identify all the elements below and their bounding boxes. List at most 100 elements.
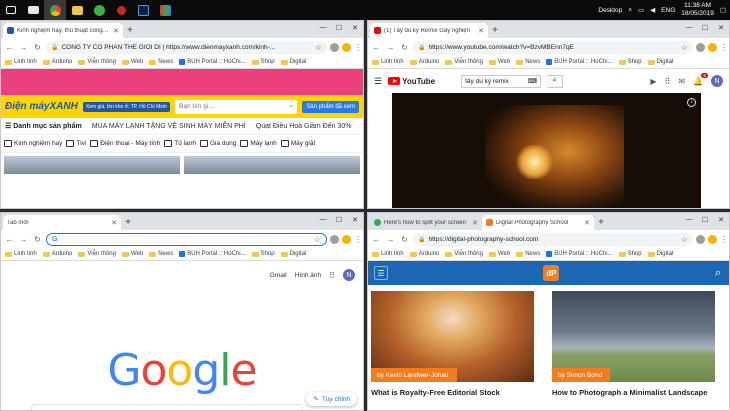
category-item[interactable]: Tủ lạnh: [164, 140, 196, 147]
bookmark-star-icon[interactable]: ☆: [314, 235, 321, 244]
article-card[interactable]: by Kevin Landwer-Johan: [371, 291, 534, 382]
article-author[interactable]: by Kevin Landwer-Johan: [371, 368, 457, 382]
bookmark-item[interactable]: Digital: [280, 59, 306, 65]
apps-grid-icon[interactable]: ⠿: [664, 77, 670, 86]
close-tab-icon[interactable]: ✕: [584, 219, 590, 227]
menu-icon[interactable]: ⋮: [720, 43, 728, 52]
bookmark-item[interactable]: BUH Portal :: HoChi...: [179, 59, 246, 65]
minimize-icon[interactable]: —: [315, 21, 331, 34]
address-bar[interactable]: G ☆: [46, 232, 327, 246]
close-tab-icon[interactable]: ✕: [111, 219, 117, 227]
notification-center-icon[interactable]: ▢: [720, 6, 726, 14]
tab-youtube[interactable]: (1) Tây du ký Remix Gây nghiện ✕: [370, 23, 488, 38]
location-selector[interactable]: Xem giá, tồn kho ở: TP. Hồ Chí Minh: [82, 101, 171, 112]
hamburger-menu-icon[interactable]: ☰: [374, 266, 388, 280]
file-explorer-icon[interactable]: [66, 0, 88, 20]
avatar[interactable]: N: [711, 75, 723, 87]
minimize-icon[interactable]: —: [681, 213, 697, 226]
address-bar[interactable]: 🔒 CONG TY CO PHAN THE GIOI DI | https://…: [46, 40, 327, 54]
menu-icon[interactable]: ⋮: [720, 235, 728, 244]
emoji-extension-icon[interactable]: [342, 42, 351, 52]
bookmark-item[interactable]: Linh tinh: [372, 251, 404, 257]
tray-arrow-icon[interactable]: ˄: [628, 7, 632, 14]
address-bar[interactable]: 🔒 https://digital-photography-school.com…: [413, 232, 693, 246]
category-item[interactable]: Máy giặt: [280, 140, 315, 147]
mail-icon[interactable]: [22, 0, 44, 20]
extension-icon[interactable]: [330, 234, 339, 244]
network-icon[interactable]: ▭: [638, 6, 644, 14]
site-logo[interactable]: Điện máyXANH: [5, 101, 78, 112]
promo-link-2[interactable]: Quạt Điều Hoà Giảm Đến 30%: [256, 123, 352, 130]
category-item[interactable]: Gia dụng: [199, 140, 236, 147]
tab-newtab[interactable]: Tab mới ✕: [3, 215, 121, 230]
notifications-bell-icon[interactable]: 🔔 6: [693, 72, 708, 86]
clock[interactable]: 11:38 AM 18/05/2019: [681, 2, 714, 18]
emoji-extension-icon[interactable]: [342, 234, 351, 244]
article-author[interactable]: by Simon Bond: [552, 368, 611, 382]
maximize-icon[interactable]: ☐: [697, 213, 713, 226]
search-icon[interactable]: ⌕: [547, 74, 564, 88]
back-icon[interactable]: ←: [371, 43, 382, 52]
forward-icon[interactable]: →: [385, 43, 396, 52]
bookmark-item[interactable]: BUH Portal :: HoChi...: [546, 251, 613, 257]
category-menu-button[interactable]: ☰ Danh mục sản phẩm: [5, 122, 82, 130]
bookmark-item[interactable]: Arduino: [409, 251, 439, 257]
close-tab-icon[interactable]: ✕: [113, 27, 119, 35]
forward-icon[interactable]: →: [385, 235, 396, 244]
close-window-icon[interactable]: ✕: [347, 213, 363, 226]
bookmark-item[interactable]: Viễn thông: [445, 251, 483, 257]
photoshop-icon[interactable]: [132, 0, 154, 20]
minimize-icon[interactable]: —: [315, 213, 331, 226]
back-icon[interactable]: ←: [371, 235, 382, 244]
close-tab-icon[interactable]: ✕: [472, 219, 478, 227]
bookmark-item[interactable]: Linh tinh: [5, 59, 37, 65]
forward-icon[interactable]: →: [18, 235, 29, 244]
reload-icon[interactable]: ↻: [399, 43, 410, 52]
close-window-icon[interactable]: ✕: [713, 213, 729, 226]
bookmark-item[interactable]: Shop: [618, 59, 642, 65]
article-thumbnail[interactable]: [184, 156, 360, 174]
site-search-input[interactable]: Bạn tìm gì... ⌕: [175, 99, 298, 114]
bookmark-item[interactable]: News: [149, 251, 173, 257]
language-indicator[interactable]: ENG: [661, 7, 675, 14]
category-item[interactable]: Điện thoại - Máy tính: [90, 140, 160, 147]
apps-grid-icon[interactable]: ⠿: [329, 271, 335, 280]
bookmark-item[interactable]: BUH Portal :: HoChi...: [546, 59, 613, 65]
bookmark-item[interactable]: Viễn thông: [78, 251, 116, 257]
extension-icon[interactable]: [696, 234, 705, 244]
bookmark-item[interactable]: News: [149, 59, 173, 65]
close-window-icon[interactable]: ✕: [347, 21, 363, 34]
extension-icon[interactable]: [696, 42, 705, 52]
messages-icon[interactable]: ✉: [678, 77, 685, 86]
article-thumbnail[interactable]: [4, 156, 180, 174]
promo-link[interactable]: MUA MÁY LẠNH TẶNG VỆ SINH MÁY MIỄN PHÍ: [92, 123, 246, 130]
category-item[interactable]: Máy lạnh: [240, 140, 277, 147]
avatar[interactable]: N: [343, 269, 355, 281]
youtube-search-input[interactable]: tây du ký remix ⌨: [461, 74, 542, 88]
keyboard-icon[interactable]: ⌨: [528, 77, 537, 85]
maximize-icon[interactable]: ☐: [331, 21, 347, 34]
tab-dienmayxanh[interactable]: Kinh nghiệm hay, thủ thuật công nghệ ✕: [3, 23, 123, 38]
bookmark-item[interactable]: Shop: [618, 251, 642, 257]
bookmark-item[interactable]: Web: [121, 251, 143, 257]
red-app-icon[interactable]: [110, 0, 132, 20]
bookmark-item[interactable]: BUH Portal :: HoChi...: [179, 251, 246, 257]
bookmark-item[interactable]: News: [516, 251, 540, 257]
new-tab-button[interactable]: +: [594, 215, 608, 230]
category-item[interactable]: Kinh nghiệm hay: [4, 140, 62, 147]
search-icon[interactable]: ⌕: [715, 267, 721, 280]
bookmark-item[interactable]: Arduino: [409, 59, 439, 65]
menu-icon[interactable]: ⋮: [354, 235, 362, 244]
category-item[interactable]: Tivi: [66, 140, 86, 147]
article-title[interactable]: How to Photograph a Minimalist Landscape: [552, 388, 707, 397]
bookmark-item[interactable]: Arduino: [42, 59, 72, 65]
video-player[interactable]: i: [392, 93, 701, 208]
emoji-extension-icon[interactable]: [708, 234, 717, 244]
split-divider-horizontal[interactable]: [0, 209, 730, 212]
minimize-icon[interactable]: —: [681, 21, 697, 34]
bookmark-item[interactable]: Digital: [647, 251, 673, 257]
bookmark-item[interactable]: Shop: [251, 59, 275, 65]
bookmark-item[interactable]: Linh tinh: [372, 59, 404, 65]
menu-icon[interactable]: ⋮: [354, 43, 362, 52]
volume-icon[interactable]: ◀: [650, 6, 655, 14]
